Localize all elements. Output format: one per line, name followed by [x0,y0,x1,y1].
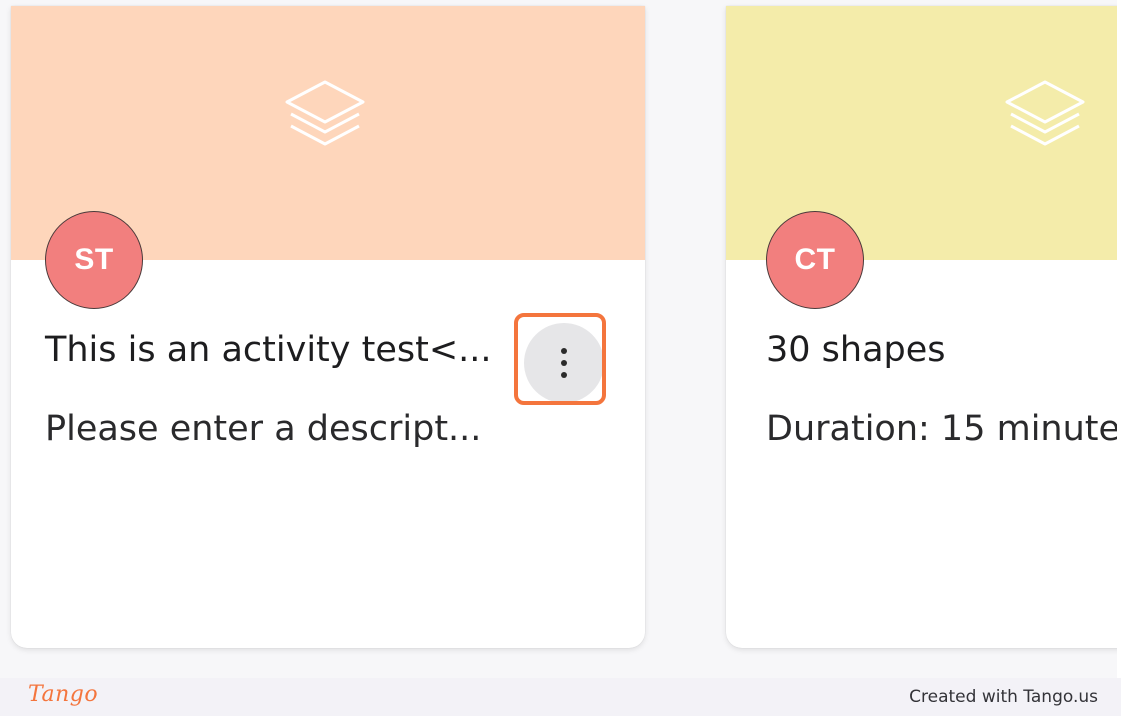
footer-credit: Created with Tango.us [909,687,1098,707]
card-title[interactable]: 30 shapes [766,329,946,371]
card-description: Duration: 15 minute [766,409,1121,449]
layers-icon [285,80,365,146]
footer: Tango Created with Tango.us [0,678,1121,716]
layers-icon [1005,80,1085,146]
screenshot-stage: ST This is an activity test<... Please e… [0,0,1121,716]
avatar: CT [766,211,864,309]
activity-card[interactable]: ST This is an activity test<... Please e… [11,6,645,648]
activity-grid: ST This is an activity test<... Please e… [0,0,1121,678]
card-description: Please enter a descript... [45,409,482,449]
viewport-edge [1117,0,1121,716]
activity-card[interactable]: CT 30 shapes Duration: 15 minute [726,6,1121,648]
avatar-initials: CT [794,243,836,276]
tango-logo: Tango [28,682,99,707]
card-title[interactable]: This is an activity test<... [45,329,492,371]
avatar-initials: ST [74,243,114,276]
tutorial-highlight [514,313,606,405]
avatar: ST [45,211,143,309]
